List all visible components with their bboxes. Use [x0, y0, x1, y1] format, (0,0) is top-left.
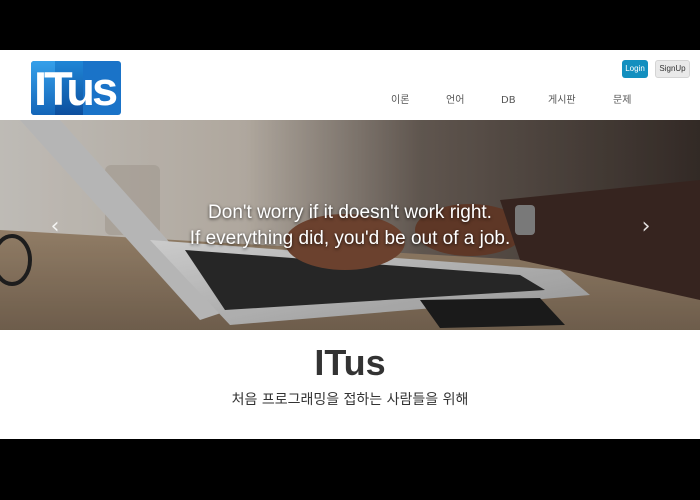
hero-caption-line-1: Don't worry if it doesn't work right.: [208, 202, 492, 223]
nav-item-theory[interactable]: 이론: [391, 93, 409, 109]
page-subtitle: 처음 프로그래밍을 접하는 사람들을 위해: [231, 392, 469, 408]
page: ITus Login SignUp 이론 언어 DB 게시판 문제 ‹ › Do…: [0, 50, 700, 439]
main-nav: 이론 언어 DB 게시판 문제: [0, 93, 700, 109]
hero-caption-line-2: If everything did, you'd be out of a job…: [189, 228, 511, 249]
nav-item-problems[interactable]: 문제: [613, 93, 631, 109]
login-button[interactable]: Login: [622, 60, 648, 78]
hero-caption: Don't worry if it doesn't work right. If…: [0, 200, 700, 252]
page-title: ITus: [314, 342, 386, 383]
nav-item-language[interactable]: 언어: [446, 93, 464, 109]
nav-item-board[interactable]: 게시판: [548, 93, 576, 109]
hero-carousel: ‹ › Don't worry if it doesn't work right…: [0, 120, 700, 330]
signup-button[interactable]: SignUp: [655, 60, 690, 78]
site-header: ITus Login SignUp 이론 언어 DB 게시판 문제: [0, 50, 700, 120]
nav-item-db[interactable]: DB: [501, 93, 516, 109]
